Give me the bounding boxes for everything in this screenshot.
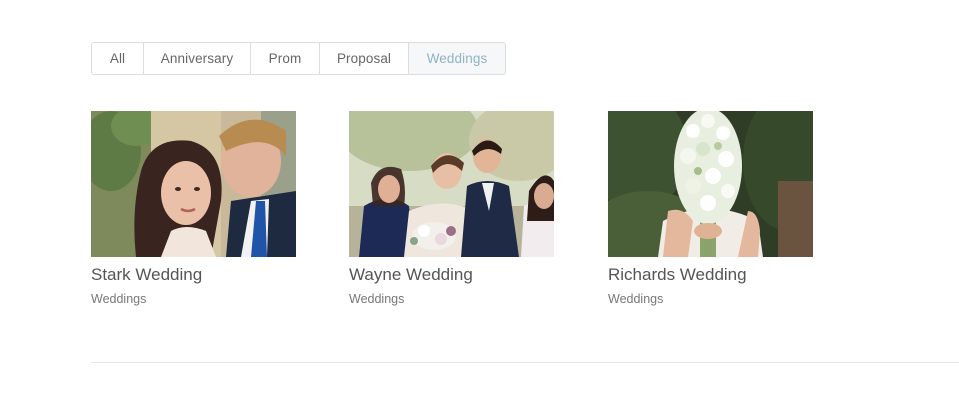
couple-portrait-photo	[91, 111, 296, 257]
portfolio-card-stark: Stark Wedding Weddings	[91, 111, 296, 307]
portfolio-card-richards: Richards Wedding Weddings	[608, 111, 813, 307]
portfolio-card-wayne: Wayne Wedding Weddings	[349, 111, 554, 307]
card-category[interactable]: Weddings	[608, 291, 813, 307]
filter-prom[interactable]: Prom	[251, 43, 320, 74]
card-category[interactable]: Weddings	[91, 291, 296, 307]
filter-all[interactable]: All	[92, 43, 144, 74]
bride-bouquet-photo	[608, 111, 813, 257]
filter-proposal[interactable]: Proposal	[320, 43, 409, 74]
wayne-wedding-image-link[interactable]	[349, 111, 554, 257]
card-title[interactable]: Richards Wedding	[608, 265, 813, 285]
stark-wedding-image-link[interactable]	[91, 111, 296, 257]
portfolio-filter-bar: All Anniversary Prom Proposal Weddings	[91, 42, 506, 75]
card-title[interactable]: Wayne Wedding	[349, 265, 554, 285]
filter-weddings[interactable]: Weddings	[409, 43, 505, 74]
richards-wedding-image-link[interactable]	[608, 111, 813, 257]
wedding-party-photo	[349, 111, 554, 257]
card-title[interactable]: Stark Wedding	[91, 265, 296, 285]
card-category[interactable]: Weddings	[349, 291, 554, 307]
section-divider	[91, 362, 959, 363]
filter-anniversary[interactable]: Anniversary	[144, 43, 251, 74]
